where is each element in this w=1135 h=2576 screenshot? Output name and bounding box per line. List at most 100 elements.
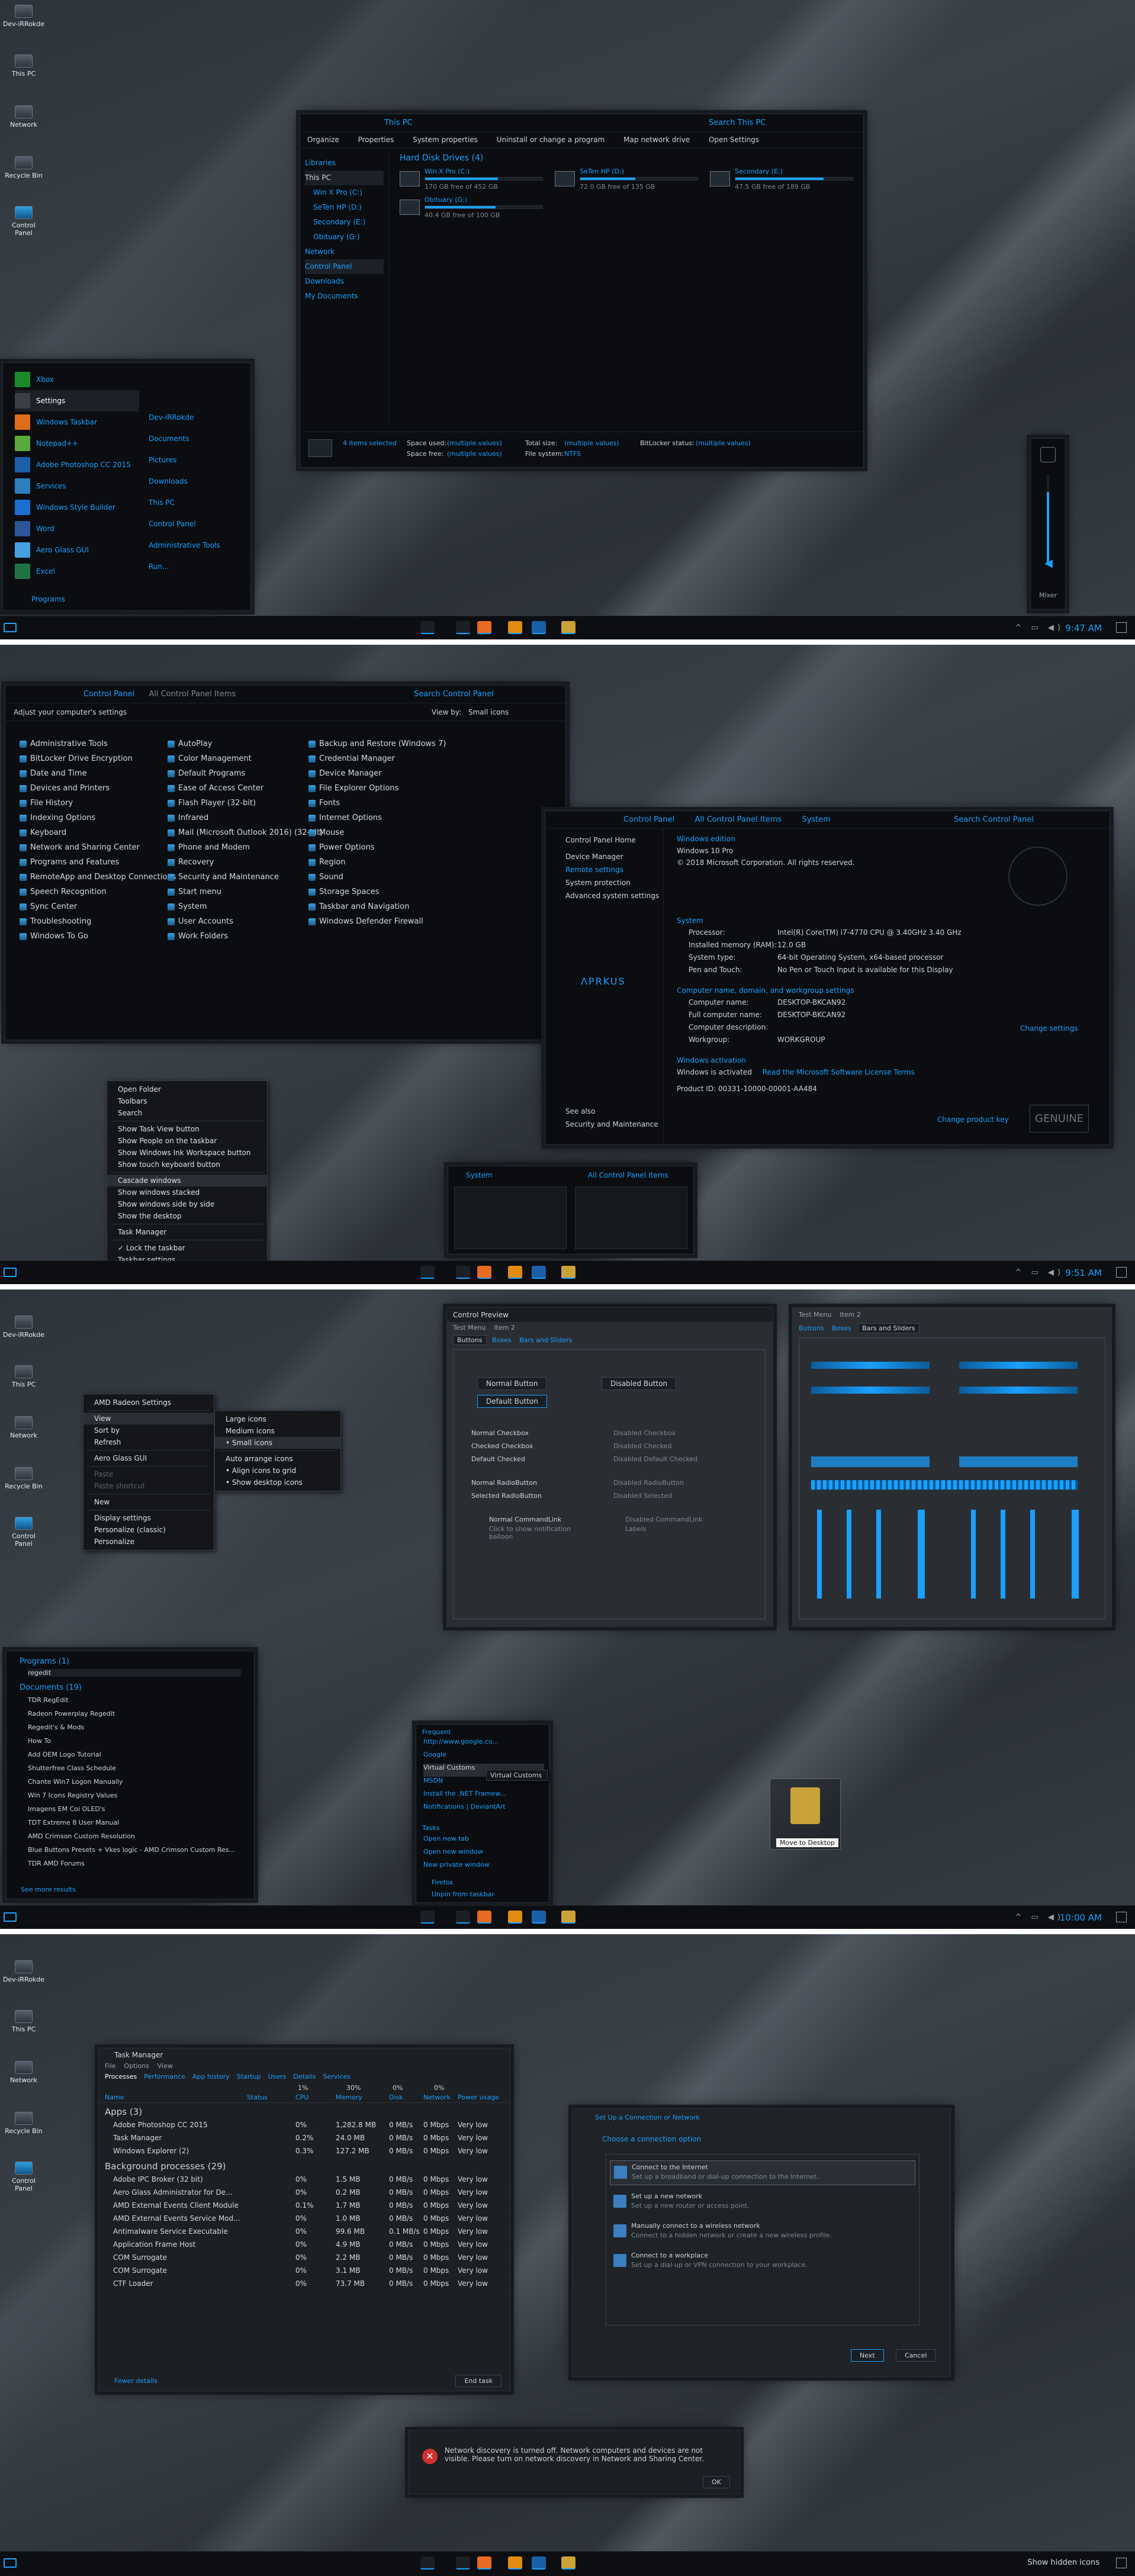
start-place-item[interactable]: Dev-iRRokde [149, 407, 243, 428]
start-button[interactable] [4, 2558, 17, 2568]
notification-icon[interactable] [1116, 2558, 1127, 2568]
document-result[interactable]: TDT Extreme 8 User Manual [28, 1819, 247, 1832]
system-tray[interactable]: ^ ▭ ◀) [1015, 623, 1064, 632]
start-app-item[interactable]: Word [15, 518, 139, 539]
vertical-slider-6[interactable] [1030, 1510, 1035, 1599]
speaker-icon[interactable]: ◀ [1041, 557, 1056, 571]
document-result[interactable]: Blue Buttons Presets + Vkes logic - AMD … [28, 1846, 247, 1860]
document-result[interactable]: Add OEM Logo Tutorial [28, 1751, 247, 1764]
menu-options[interactable]: Options [124, 2062, 149, 2070]
change-settings-link[interactable]: Change settings [1020, 1024, 1078, 1033]
start-place-item[interactable]: Administrative Tools [149, 535, 243, 556]
col-power[interactable]: Power usage [458, 2093, 499, 2101]
context-menu-item[interactable]: Display settings [83, 1512, 214, 1524]
ribbon-properties[interactable]: Properties [358, 136, 394, 144]
cp-item[interactable]: Storage Spaces [308, 885, 451, 899]
system-protection-link[interactable]: System protection [565, 879, 631, 887]
process-row[interactable]: Aero Glass Administrator for De... 0% 0.2 … [99, 2186, 510, 2199]
taskbar-app-store[interactable] [420, 2556, 435, 2569]
context-menu-item[interactable]: Show People on the taskbar [107, 1135, 267, 1147]
start-app-item[interactable]: Windows Style Builder [15, 497, 139, 518]
task-manager-tab[interactable]: Details [293, 2073, 316, 2080]
process-row[interactable]: Adobe IPC Broker (32 bit) 0% 1.5 MB 0 MB/s 0… [99, 2173, 510, 2186]
cp-item[interactable]: RemoteApp and Desktop Connections [20, 870, 176, 885]
task-item[interactable]: Open new tab [423, 1835, 544, 1848]
taskbar-app-store[interactable] [420, 621, 435, 634]
advanced-settings-link[interactable]: Advanced system settings [565, 892, 659, 900]
process-row[interactable]: Antimalware Service Executable 0% 99.6 MB 0… [99, 2225, 510, 2238]
cp-item[interactable]: Network and Sharing Center [20, 840, 162, 855]
start-app-item[interactable]: Aero Glass GUI [15, 539, 139, 561]
start-app-item[interactable]: Services [15, 475, 139, 497]
breadcrumb-all-items[interactable]: All Control Panel Items [149, 690, 236, 699]
cp-item[interactable]: Fonts [308, 796, 451, 811]
desktop-icon-control-panel[interactable]: Control Panel [2, 206, 45, 237]
thumb-system-title[interactable]: System [466, 1171, 493, 1179]
view-option[interactable]: Auto arrange icons [215, 1453, 340, 1465]
start-place-item[interactable]: Run... [149, 556, 243, 577]
taskbar-clock[interactable]: 10:00 AM [1060, 1912, 1102, 1923]
search-input[interactable]: Search Control Panel [414, 690, 494, 699]
cp-item[interactable]: Troubleshooting [20, 914, 162, 929]
vertical-slider-4[interactable] [971, 1510, 976, 1599]
context-menu-item[interactable]: Show the desktop [107, 1210, 267, 1222]
desktop-icon-recycle-bin[interactable]: Recycle Bin [2, 2112, 45, 2135]
frequent-item[interactable]: Google [423, 1751, 544, 1764]
ribbon-open-settings[interactable]: Open Settings [709, 136, 759, 144]
cp-item[interactable]: Credential Manager [308, 751, 451, 766]
desktop-icon-recycle-bin[interactable]: Recycle Bin [2, 1467, 45, 1490]
mixer-link[interactable]: Mixer [1033, 591, 1063, 599]
breadcrumb-control-panel[interactable]: Control Panel [623, 815, 674, 824]
cp-item[interactable]: Keyboard [20, 825, 162, 840]
start-app-item[interactable]: Notepad++ [15, 433, 139, 454]
process-row[interactable]: Application Frame Host 0% 4.9 MB 0 MB/s 0 Mb… [99, 2238, 510, 2251]
context-menu-item[interactable]: Show touch keyboard button [107, 1159, 267, 1170]
document-result[interactable]: How To [28, 1737, 247, 1751]
search-input[interactable]: Search This PC [709, 118, 766, 127]
start-place-item[interactable]: Pictures [149, 449, 243, 471]
process-row[interactable]: COM Surrogate 0% 2.2 MB 0 MB/s 0 Mbps Very lo… [99, 2251, 510, 2264]
process-row[interactable]: COM Surrogate 0% 3.1 MB 0 MB/s 0 Mbps Very lo… [99, 2264, 510, 2277]
context-menu-item[interactable]: View [83, 1413, 214, 1424]
document-result[interactable]: AMD Crimson Custom Resolution [28, 1832, 247, 1846]
cp-item[interactable]: Mail (Microsoft Outlook 2016) (32-bit) [168, 825, 323, 840]
context-menu-item[interactable]: Sort by [83, 1424, 214, 1436]
task-item[interactable]: Open new window [423, 1848, 544, 1861]
desktop-icon-user[interactable]: Dev-iRRokde [2, 1960, 45, 1983]
tab-buttons[interactable]: Buttons [453, 1335, 487, 1345]
document-result[interactable]: TDR AMD Forums [28, 1860, 247, 1873]
col-status[interactable]: Status [247, 2093, 268, 2101]
taskbar-app-vlc[interactable] [508, 1911, 522, 1924]
cp-item[interactable]: File Explorer Options [308, 781, 451, 796]
menu-item-2[interactable]: Item 2 [494, 1324, 515, 1332]
document-result[interactable]: TDR RegEdit [28, 1696, 247, 1710]
context-menu-item[interactable]: Open Folder [107, 1083, 267, 1095]
process-row[interactable]: AMD External Events Service Mod... 0% 1.0 … [99, 2212, 510, 2225]
desktop-icon-this-pc[interactable]: This PC [2, 54, 45, 78]
document-result[interactable]: Win 7 Icons Registry Values [28, 1792, 247, 1805]
col-name[interactable]: Name [105, 2093, 124, 2101]
tab-boxes[interactable]: Boxes [832, 1324, 851, 1332]
start-button[interactable] [4, 1268, 17, 1277]
notification-icon[interactable] [1116, 622, 1127, 633]
unpin-link[interactable]: Unpin from taskbar [432, 1890, 494, 1898]
document-result[interactable]: Regedit's & Mods [28, 1723, 247, 1737]
taskbar-app-firefox[interactable] [477, 2556, 491, 2569]
context-menu-item[interactable]: Show windows stacked [107, 1186, 267, 1198]
see-more-link[interactable]: See more results [21, 1886, 76, 1893]
vertical-slider-5[interactable] [1001, 1510, 1005, 1599]
context-menu-item[interactable]: Aero Glass GUI [83, 1452, 214, 1464]
cp-item[interactable]: Default Programs [168, 766, 304, 781]
cp-item[interactable]: Ease of Access Center [168, 781, 304, 796]
process-row[interactable]: Adobe Photoshop CC 2015 0% 1,282.8 MB 0 MB/… [99, 2118, 510, 2131]
start-place-item[interactable]: Control Panel [149, 513, 243, 535]
start-app-item[interactable]: Settings [15, 390, 139, 411]
desktop-icon-network[interactable]: Network [2, 1416, 45, 1439]
end-task-button[interactable]: End task [455, 2375, 501, 2387]
cp-item[interactable]: Taskbar and Navigation [308, 899, 451, 914]
nav-this-pc[interactable]: This PC [305, 171, 384, 185]
context-menu-item[interactable]: Search [107, 1107, 267, 1119]
normal-radio[interactable]: Normal RadioButton [471, 1479, 537, 1487]
process-row[interactable]: CTF Loader 0% 73.7 MB 0 MB/s 0 Mbps Very low [99, 2277, 510, 2290]
cp-item[interactable]: Device Manager [308, 766, 451, 781]
